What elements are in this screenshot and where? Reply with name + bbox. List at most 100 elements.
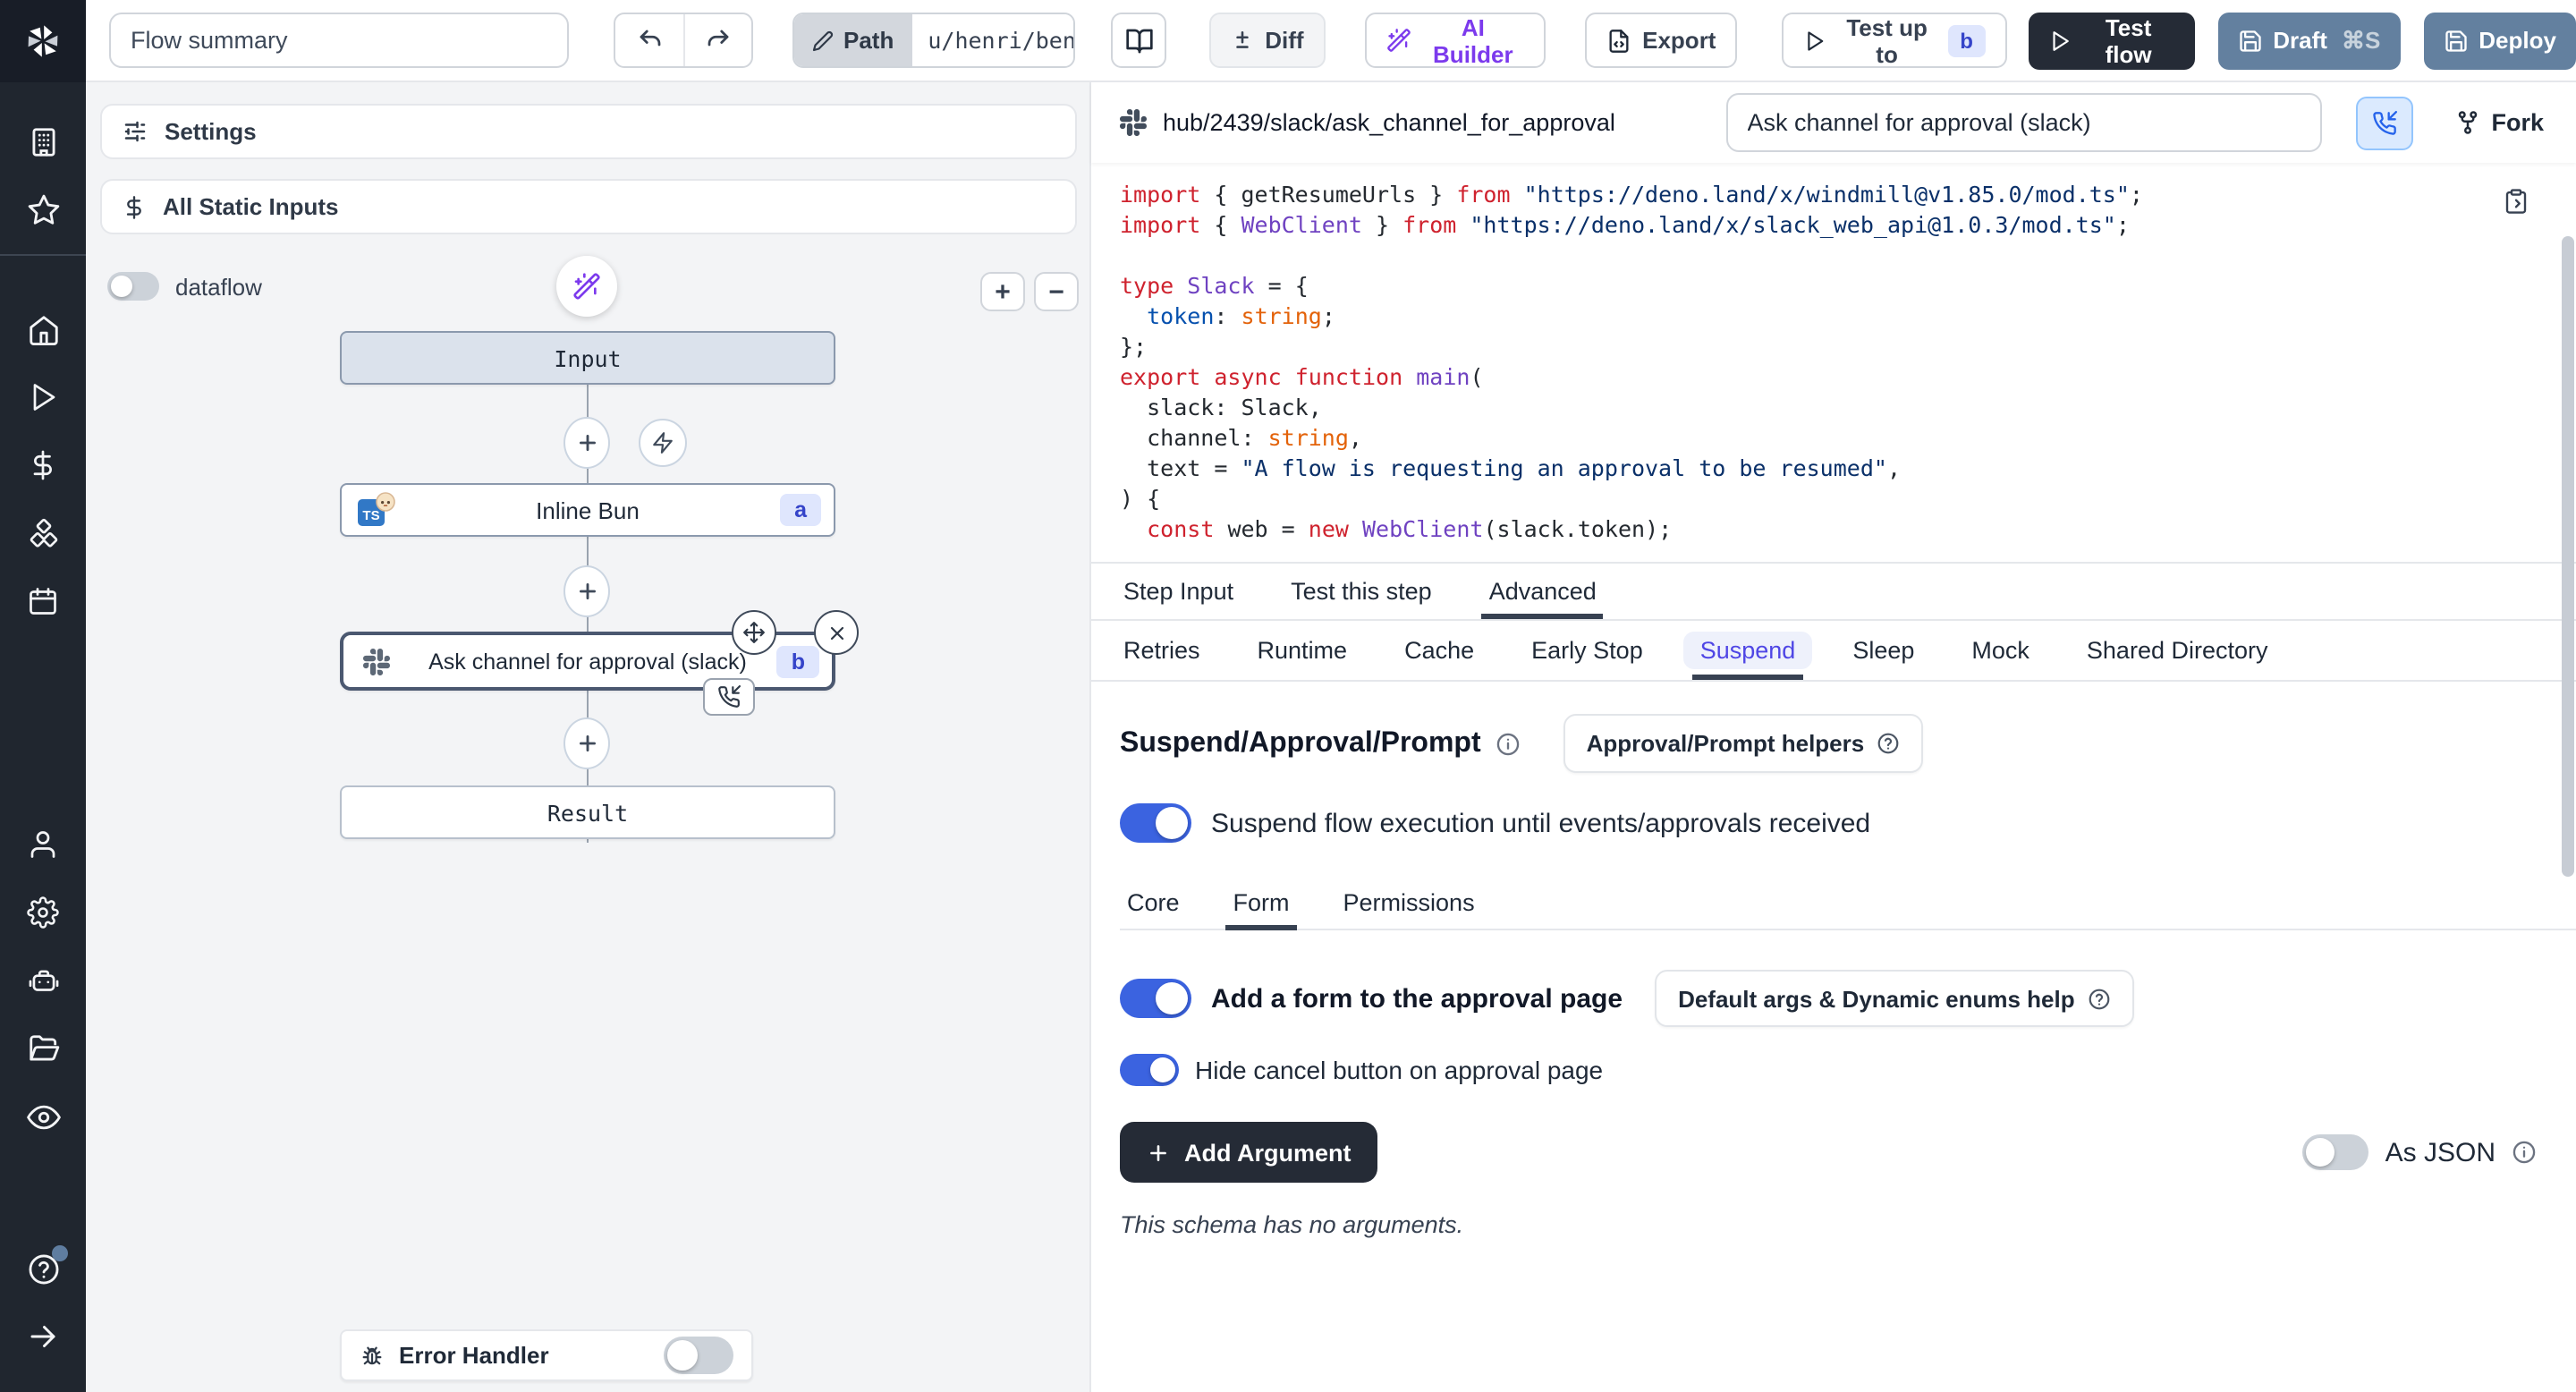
code-line: token: string;	[1120, 301, 2504, 331]
lightning-bolt-icon	[651, 431, 674, 454]
sidebar-item-home[interactable]	[0, 295, 86, 363]
path-button[interactable]: Path u/henri/ben	[792, 13, 1075, 68]
add-argument-button[interactable]: Add Argument	[1120, 1122, 1378, 1183]
tab-runtime[interactable]: Runtime	[1254, 621, 1352, 680]
tab-early-stop[interactable]: Early Stop	[1528, 621, 1647, 680]
tab-step-input[interactable]: Step Input	[1120, 564, 1237, 619]
suspend-approval-toggle-button[interactable]	[2355, 96, 2412, 149]
gear-icon	[27, 896, 59, 929]
sidebar-item-settings[interactable]	[0, 878, 86, 946]
insert-step-button-2[interactable]	[564, 565, 610, 617]
magic-wand-icon	[1386, 27, 1411, 54]
copy-code-button[interactable]	[2503, 188, 2529, 215]
as-json-toggle[interactable]	[2303, 1134, 2369, 1170]
sidebar-item-workspace[interactable]	[0, 107, 86, 175]
sidebar-item-help[interactable]	[0, 1235, 86, 1303]
insert-step-button-3[interactable]	[564, 717, 610, 769]
star-icon	[26, 192, 60, 226]
ai-builder-button[interactable]: AI Builder	[1365, 13, 1546, 68]
tab-advanced[interactable]: Advanced	[1486, 564, 1600, 619]
test-up-to-button[interactable]: Test up to b	[1782, 13, 2006, 68]
tab-permissions[interactable]: Permissions	[1340, 875, 1479, 929]
sidebar-item-audit-logs[interactable]	[0, 1082, 86, 1150]
sidebar-item-workers[interactable]	[0, 946, 86, 1014]
tab-cache[interactable]: Cache	[1401, 621, 1478, 680]
error-handler-row[interactable]: Error Handler	[340, 1329, 753, 1381]
home-icon	[26, 312, 60, 346]
add-form-toggle-label: Add a form to the approval page	[1211, 983, 1623, 1014]
undo-button[interactable]	[616, 14, 683, 66]
deploy-button[interactable]: Deploy	[2423, 12, 2576, 69]
zoom-out-button[interactable]: −	[1034, 272, 1079, 311]
step-tabs: Step Input Test this step Advanced	[1091, 562, 2576, 621]
play-icon	[1803, 28, 1826, 53]
export-button[interactable]: Export	[1585, 13, 1737, 68]
redo-button[interactable]	[683, 14, 750, 66]
hide-cancel-toggle[interactable]	[1120, 1054, 1179, 1086]
approval-prompt-helpers-button[interactable]: Approval/Prompt helpers	[1563, 714, 1924, 773]
as-json-label: As JSON	[2385, 1137, 2496, 1167]
dataflow-label: dataflow	[175, 273, 262, 300]
sidebar-collapse-button[interactable]	[0, 1303, 86, 1371]
diff-button[interactable]: Diff	[1209, 13, 1325, 68]
plus-icon	[575, 431, 598, 454]
code-editor[interactable]: import { getResumeUrls } from "https://d…	[1091, 163, 2576, 562]
code-content: import { getResumeUrls } from "https://d…	[1120, 179, 2504, 544]
pencil-icon	[811, 30, 833, 51]
suspend-flow-toggle-label: Suspend flow execution until events/appr…	[1211, 808, 1870, 838]
sidebar-item-schedules[interactable]	[0, 567, 86, 635]
tab-sleep[interactable]: Sleep	[1849, 621, 1918, 680]
move-step-button[interactable]	[732, 610, 776, 655]
top-toolbar: Path u/henri/ben Diff AI Builder Export …	[0, 0, 2576, 82]
add-form-toggle[interactable]	[1120, 979, 1191, 1018]
flow-node-inline-bun[interactable]: TS Inline Bun a	[340, 483, 835, 537]
empty-schema-note: This schema has no arguments.	[1120, 1211, 2547, 1238]
dataflow-toggle[interactable]	[107, 272, 159, 301]
slack-icon	[1120, 109, 1147, 136]
sidebar-item-users[interactable]	[0, 811, 86, 878]
draft-shortcut: ⌘S	[2342, 26, 2380, 55]
book-open-icon	[1124, 26, 1153, 55]
help-circle-icon	[1877, 732, 1900, 755]
sidebar-item-favorites[interactable]	[0, 175, 86, 243]
step-header: hub/2439/slack/ask_channel_for_approval …	[1091, 82, 2576, 163]
sidebar-item-runs[interactable]	[0, 363, 86, 431]
code-line: const web = new WebClient(slack.token);	[1120, 514, 2504, 544]
code-line: ) {	[1120, 483, 2504, 514]
delete-step-button[interactable]	[814, 610, 859, 655]
flow-summary-input[interactable]	[109, 13, 570, 68]
flow-node-input[interactable]: Input	[340, 331, 835, 385]
panel-scrollbar[interactable]	[2562, 236, 2574, 877]
dollar-icon	[27, 449, 59, 481]
sidebar-item-folders[interactable]	[0, 1014, 86, 1082]
suspend-approval-indicator-badge[interactable]	[703, 678, 755, 716]
ai-flow-wand-button[interactable]	[556, 256, 617, 317]
building-icon	[26, 124, 60, 158]
sidebar-item-variables[interactable]	[0, 431, 86, 499]
slack-icon	[363, 648, 390, 675]
save-icon	[2443, 28, 2468, 53]
tab-retries[interactable]: Retries	[1120, 621, 1204, 680]
error-handler-toggle[interactable]	[664, 1337, 733, 1374]
tab-test-this-step[interactable]: Test this step	[1287, 564, 1436, 619]
tab-suspend[interactable]: Suspend	[1697, 621, 1800, 680]
draft-button[interactable]: Draft ⌘S	[2217, 12, 2400, 69]
tab-shared-directory[interactable]: Shared Directory	[2083, 621, 2272, 680]
suspend-flow-toggle[interactable]	[1120, 803, 1191, 843]
svg-text:TS: TS	[362, 508, 379, 523]
test-flow-button[interactable]: Test flow	[2029, 12, 2194, 69]
fork-button[interactable]: Fork	[2453, 109, 2544, 136]
sidebar-item-resources[interactable]	[0, 499, 86, 567]
docs-button[interactable]	[1111, 13, 1166, 68]
tab-mock[interactable]: Mock	[1968, 621, 2033, 680]
code-line: channel: string,	[1120, 422, 2504, 453]
windmill-logo[interactable]	[0, 0, 86, 81]
default-args-help-button[interactable]: Default args & Dynamic enums help	[1655, 970, 2134, 1027]
tab-core[interactable]: Core	[1123, 875, 1183, 929]
flow-node-result[interactable]: Result	[340, 785, 835, 839]
zoom-in-button[interactable]: +	[980, 272, 1025, 311]
step-name-input[interactable]	[1725, 93, 2321, 152]
insert-step-button-1[interactable]	[564, 417, 610, 469]
tab-form[interactable]: Form	[1230, 875, 1293, 929]
add-trigger-button[interactable]	[639, 419, 687, 467]
